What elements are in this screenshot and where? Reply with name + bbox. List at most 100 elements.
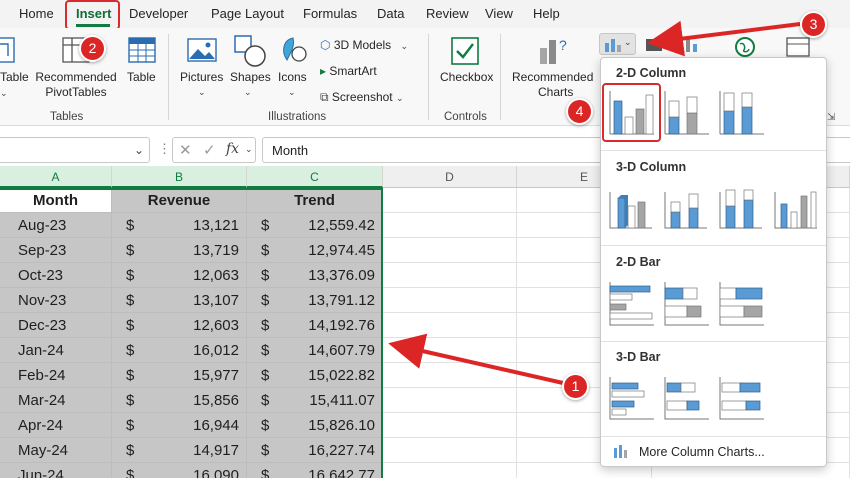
enter-check-icon[interactable]: ✓ <box>203 141 216 159</box>
cell-trend[interactable]: $14,607.79 <box>247 338 383 363</box>
clustered-bar-chart-option[interactable] <box>606 278 656 328</box>
tab-review[interactable]: Review <box>426 6 469 21</box>
shapes-label[interactable]: Shapes <box>230 70 271 85</box>
recommended-pivottables-label-line2[interactable]: PivotTables <box>34 85 118 100</box>
cell-trend[interactable]: $15,826.10 <box>247 413 383 438</box>
pivotchart-icon[interactable] <box>785 36 811 58</box>
cell-month[interactable]: Feb-24 <box>0 363 112 388</box>
cell-empty[interactable] <box>383 288 517 313</box>
100-stacked-column-chart-option[interactable] <box>716 87 766 137</box>
cell-trend[interactable]: $14,192.76 <box>247 313 383 338</box>
cell-empty[interactable] <box>383 438 517 463</box>
cell-trend[interactable]: $16,227.74 <box>247 438 383 463</box>
cell-month[interactable]: Jan-24 <box>0 338 112 363</box>
stacked-column-chart-option[interactable] <box>661 87 711 137</box>
tab-view[interactable]: View <box>485 6 513 21</box>
tab-formulas[interactable]: Formulas <box>303 6 357 21</box>
screenshot-button[interactable]: ⧉ Screenshot ⌄ <box>320 90 404 105</box>
cell-revenue[interactable]: $12,603 <box>112 313 247 338</box>
tab-page-layout[interactable]: Page Layout <box>211 6 284 21</box>
cell-trend[interactable]: $13,376.09 <box>247 263 383 288</box>
insert-function-fx[interactable]: fx <box>226 141 239 157</box>
cell-trend[interactable]: $15,411.07 <box>247 388 383 413</box>
smartart-button[interactable]: ▸ SmartArt <box>320 64 377 78</box>
recommended-charts-icon[interactable]: ? <box>537 34 571 68</box>
cell-empty[interactable] <box>383 263 517 288</box>
icons-label[interactable]: Icons <box>278 70 307 85</box>
cell-month[interactable]: Aug-23 <box>0 213 112 238</box>
column-header-b[interactable]: B <box>112 166 247 188</box>
table-icon[interactable] <box>127 36 157 66</box>
insert-column-chart-button[interactable]: ⌄ <box>599 33 636 55</box>
tab-home[interactable]: Home <box>19 6 54 21</box>
checkbox-label[interactable]: Checkbox <box>440 70 493 85</box>
cell-empty[interactable] <box>383 388 517 413</box>
recommended-charts-label-line1[interactable]: Recommended <box>512 70 593 85</box>
cell-revenue[interactable]: $13,121 <box>112 213 247 238</box>
icons-chevron-icon[interactable]: ⌄ <box>288 85 296 100</box>
tab-developer[interactable]: Developer <box>129 6 188 21</box>
cell-month[interactable]: Nov-23 <box>0 288 112 313</box>
cell-revenue[interactable]: $16,944 <box>112 413 247 438</box>
pictures-icon[interactable] <box>186 36 218 66</box>
tab-data[interactable]: Data <box>377 6 404 21</box>
maps-globe-icon[interactable] <box>734 36 756 58</box>
cell-empty[interactable] <box>383 413 517 438</box>
cell-empty[interactable] <box>383 238 517 263</box>
cell-empty[interactable] <box>383 463 517 478</box>
hierarchy-chart-icon[interactable] <box>684 34 702 54</box>
line-chart-icon[interactable] <box>645 36 663 52</box>
cell-trend[interactable]: $13,791.12 <box>247 288 383 313</box>
recommended-pivottables-label-line1[interactable]: Recommended <box>34 70 118 85</box>
name-box[interactable]: ⌄ <box>0 137 150 163</box>
cell-revenue[interactable]: $16,090 <box>112 463 247 478</box>
cell-month[interactable]: Apr-24 <box>0 413 112 438</box>
3d-models-button[interactable]: ⬡ 3D Models ⌄ <box>320 38 408 52</box>
cancel-icon[interactable]: ✕ <box>179 141 192 159</box>
cell-month[interactable]: Mar-24 <box>0 388 112 413</box>
charts-dialog-launcher-icon[interactable]: ⇲ <box>827 112 835 123</box>
cell-month[interactable]: Jun-24 <box>0 463 112 478</box>
3d-clustered-column-chart-option[interactable] <box>606 182 656 232</box>
stacked-bar-chart-option[interactable] <box>661 278 711 328</box>
3d-100-stacked-bar-chart-option[interactable] <box>716 373 766 423</box>
3d-column-chart-option[interactable] <box>771 182 821 232</box>
cell-empty[interactable] <box>383 338 517 363</box>
pivottable-label[interactable]: Table <box>0 70 29 85</box>
pivottable-chevron-icon[interactable]: ⌄ <box>0 86 8 101</box>
cell-month[interactable]: Sep-23 <box>0 238 112 263</box>
cell-month[interactable]: Dec-23 <box>0 313 112 338</box>
column-header-c[interactable]: C <box>247 166 383 188</box>
shapes-chevron-icon[interactable]: ⌄ <box>244 85 252 100</box>
cell-revenue[interactable]: $16,012 <box>112 338 247 363</box>
100-stacked-bar-chart-option[interactable] <box>716 278 766 328</box>
checkbox-icon[interactable] <box>450 36 480 66</box>
pivottable-icon[interactable] <box>0 36 16 66</box>
cell-empty[interactable] <box>383 213 517 238</box>
cell-empty[interactable] <box>383 313 517 338</box>
pictures-chevron-icon[interactable]: ⌄ <box>198 85 206 100</box>
recommended-charts-label-line2[interactable]: Charts <box>538 85 573 100</box>
cell-revenue[interactable]: $13,107 <box>112 288 247 313</box>
tab-help[interactable]: Help <box>533 6 560 21</box>
column-header-d[interactable]: D <box>383 166 517 188</box>
fx-chevron-icon[interactable]: ⌄ <box>245 144 253 155</box>
clustered-column-chart-option[interactable] <box>606 87 656 137</box>
cell-trend[interactable]: $12,559.42 <box>247 213 383 238</box>
shapes-icon[interactable] <box>233 34 267 68</box>
icons-icon[interactable] <box>277 34 309 68</box>
more-options-icon[interactable]: ⋮ <box>158 141 171 157</box>
cell-month[interactable]: Oct-23 <box>0 263 112 288</box>
cell-revenue[interactable]: $12,063 <box>112 263 247 288</box>
3d-stacked-bar-chart-option[interactable] <box>661 373 711 423</box>
cell-empty[interactable] <box>383 363 517 388</box>
3d-100-stacked-column-chart-option[interactable] <box>716 182 766 232</box>
table-label[interactable]: Table <box>127 70 156 85</box>
cell-trend[interactable]: $15,022.82 <box>247 363 383 388</box>
header-trend[interactable]: Trend <box>247 188 383 213</box>
more-column-charts-link[interactable]: More Column Charts... <box>639 445 765 459</box>
header-month[interactable]: Month <box>0 188 112 213</box>
pictures-label[interactable]: Pictures <box>180 70 223 85</box>
column-header-a[interactable]: A <box>0 166 112 188</box>
cell-revenue[interactable]: $13,719 <box>112 238 247 263</box>
